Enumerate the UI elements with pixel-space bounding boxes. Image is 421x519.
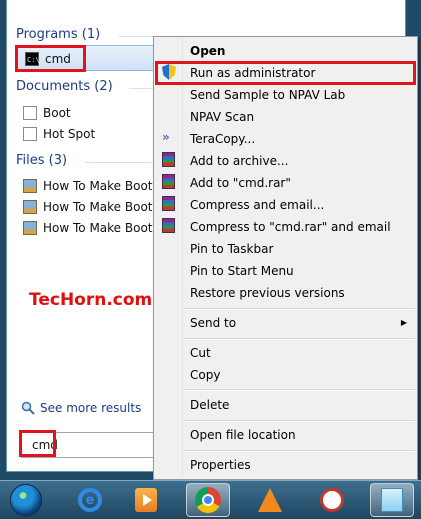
menu-separator xyxy=(184,389,415,391)
snipping-tool-icon xyxy=(320,488,344,512)
image-file-icon xyxy=(23,179,37,193)
menu-separator xyxy=(184,308,415,310)
chrome-icon xyxy=(195,487,221,513)
annotation-box-run-as-admin xyxy=(155,61,416,85)
file-item[interactable]: How To Make Boota xyxy=(23,218,160,238)
context-menu-gutter xyxy=(182,39,183,477)
see-more-results-label: See more results xyxy=(40,401,142,415)
document-icon xyxy=(23,127,37,141)
menu-item-properties[interactable]: Properties xyxy=(190,456,251,474)
menu-item-pin-to-start-menu[interactable]: Pin to Start Menu xyxy=(190,262,294,280)
winrar-icon xyxy=(162,218,175,233)
menu-item-teracopy[interactable]: TeraCopy... xyxy=(190,130,255,148)
document-item-hot-spot[interactable]: Hot Spot xyxy=(23,124,95,144)
sticky-notes-icon xyxy=(381,488,403,512)
winrar-icon xyxy=(162,152,175,167)
teracopy-icon: » xyxy=(162,130,170,144)
programs-header: Programs (1) xyxy=(16,27,101,42)
file-item[interactable]: How To Make Boota xyxy=(23,176,160,196)
search-icon xyxy=(21,401,35,415)
submenu-arrow-icon: ▶ xyxy=(400,318,407,327)
menu-separator xyxy=(184,420,415,422)
file-item[interactable]: How To Make Boota xyxy=(23,197,160,217)
watermark-text: TecHorn.com xyxy=(29,290,153,310)
menu-item-add-to-archive[interactable]: Add to archive... xyxy=(190,152,288,170)
menu-item-open[interactable]: Open xyxy=(190,42,225,60)
file-item-label: How To Make Boota xyxy=(43,200,160,214)
image-file-icon xyxy=(23,200,37,214)
annotation-box-search xyxy=(19,430,56,457)
file-item-label: How To Make Boota xyxy=(43,179,160,193)
annotation-box-cmd xyxy=(15,45,86,72)
taskbar-vlc[interactable] xyxy=(248,483,292,517)
media-player-icon xyxy=(135,488,157,512)
menu-item-send-to[interactable]: Send to xyxy=(190,314,236,332)
menu-separator xyxy=(184,338,415,340)
taskbar-media-player[interactable] xyxy=(124,483,168,517)
see-more-results-link[interactable]: See more results xyxy=(21,401,141,415)
image-file-icon xyxy=(23,221,37,235)
document-item-boot[interactable]: Boot xyxy=(23,103,71,123)
taskbar-sticky-notes[interactable] xyxy=(370,483,414,517)
menu-separator xyxy=(184,450,415,452)
taskbar: e xyxy=(0,480,421,519)
taskbar-chrome[interactable] xyxy=(186,483,230,517)
files-header: Files (3) xyxy=(16,153,68,168)
document-item-label: Boot xyxy=(43,106,71,120)
start-orb-icon xyxy=(10,484,42,516)
context-menu: Open Run as administrator Send Sample to… xyxy=(153,36,418,480)
winrar-icon xyxy=(162,196,175,211)
menu-item-copy[interactable]: Copy xyxy=(190,366,220,384)
menu-item-send-sample[interactable]: Send Sample to NPAV Lab xyxy=(190,86,345,104)
document-icon xyxy=(23,106,37,120)
menu-item-cut[interactable]: Cut xyxy=(190,344,211,362)
menu-item-compress-and-email[interactable]: Compress and email... xyxy=(190,196,324,214)
documents-header: Documents (2) xyxy=(16,79,113,94)
menu-item-add-to-cmd-rar[interactable]: Add to "cmd.rar" xyxy=(190,174,291,192)
menu-item-compress-to-cmd-rar-and-email[interactable]: Compress to "cmd.rar" and email xyxy=(190,218,391,236)
taskbar-snipping-tool[interactable] xyxy=(310,483,354,517)
vlc-icon xyxy=(258,488,282,512)
menu-item-open-file-location[interactable]: Open file location xyxy=(190,426,296,444)
menu-item-pin-to-taskbar[interactable]: Pin to Taskbar xyxy=(190,240,273,258)
menu-item-delete[interactable]: Delete xyxy=(190,396,229,414)
start-button[interactable] xyxy=(4,483,48,517)
file-item-label: How To Make Boota xyxy=(43,221,160,235)
menu-item-restore-previous-versions[interactable]: Restore previous versions xyxy=(190,284,345,302)
taskbar-internet-explorer[interactable]: e xyxy=(68,483,112,517)
winrar-icon xyxy=(162,174,175,189)
document-item-label: Hot Spot xyxy=(43,127,96,141)
internet-explorer-icon: e xyxy=(78,488,102,512)
menu-item-npav-scan[interactable]: NPAV Scan xyxy=(190,108,254,126)
